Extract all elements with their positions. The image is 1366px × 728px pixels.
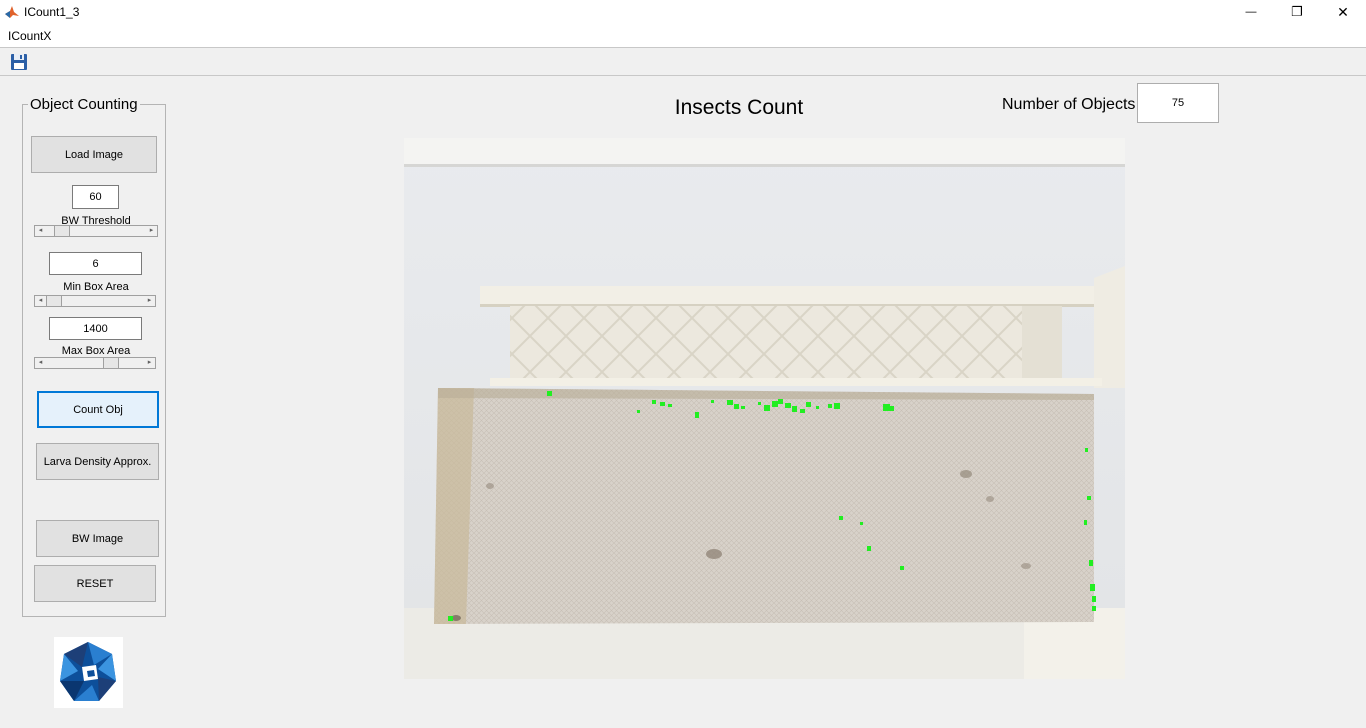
- min-box-area-field[interactable]: 6: [49, 252, 142, 275]
- panel-title: Object Counting: [28, 96, 140, 113]
- slider-left-arrow-icon[interactable]: ◂: [35, 296, 46, 306]
- number-of-objects-label: Number of Objects: [1002, 96, 1136, 113]
- reset-button[interactable]: RESET: [34, 565, 156, 602]
- slider-left-arrow-icon[interactable]: ◂: [35, 358, 46, 368]
- slider-right-arrow-icon[interactable]: ▸: [144, 296, 155, 306]
- window-title: ICount1_3: [24, 5, 80, 19]
- slider-right-arrow-icon[interactable]: ▸: [144, 358, 155, 368]
- slider-right-arrow-icon[interactable]: ▸: [146, 226, 157, 236]
- count-obj-button[interactable]: Count Obj: [37, 391, 159, 428]
- max-box-area-field[interactable]: 1400: [49, 317, 142, 340]
- slider-thumb[interactable]: [46, 296, 62, 306]
- minimize-button[interactable]: —: [1228, 0, 1274, 24]
- menu-bar: ICountX: [0, 26, 1366, 48]
- toolbar: [0, 49, 1366, 76]
- close-icon: ✕: [1337, 3, 1349, 20]
- restore-icon: ❐: [1291, 4, 1303, 19]
- minimize-icon: —: [1245, 6, 1257, 18]
- restore-button[interactable]: ❐: [1274, 0, 1320, 24]
- bw-threshold-slider[interactable]: ◂ ▸: [34, 225, 158, 237]
- load-image-button[interactable]: Load Image: [31, 136, 157, 173]
- title-bar: ICount1_3 — ❐ ✕: [0, 0, 1366, 26]
- bw-image-button[interactable]: BW Image: [36, 520, 159, 557]
- axes-title: Insects Count: [674, 96, 804, 119]
- max-box-area-slider[interactable]: ◂ ▸: [34, 357, 156, 369]
- close-button[interactable]: ✕: [1320, 0, 1366, 24]
- min-box-area-label: Min Box Area: [63, 281, 129, 293]
- min-box-area-slider[interactable]: ◂ ▸: [34, 295, 156, 307]
- slider-left-arrow-icon[interactable]: ◂: [35, 226, 46, 236]
- insect-tray-photo: [404, 138, 1125, 679]
- save-icon[interactable]: [10, 53, 28, 71]
- institution-logo: [54, 637, 123, 708]
- max-box-area-label: Max Box Area: [61, 345, 131, 357]
- larva-density-button[interactable]: Larva Density Approx.: [36, 443, 159, 480]
- number-of-objects-field[interactable]: 75: [1137, 83, 1219, 123]
- bw-threshold-field[interactable]: 60: [72, 185, 119, 209]
- slider-thumb[interactable]: [103, 358, 120, 368]
- menu-icountx[interactable]: ICountX: [8, 29, 51, 43]
- matlab-icon: [4, 4, 20, 20]
- slider-thumb[interactable]: [54, 226, 71, 236]
